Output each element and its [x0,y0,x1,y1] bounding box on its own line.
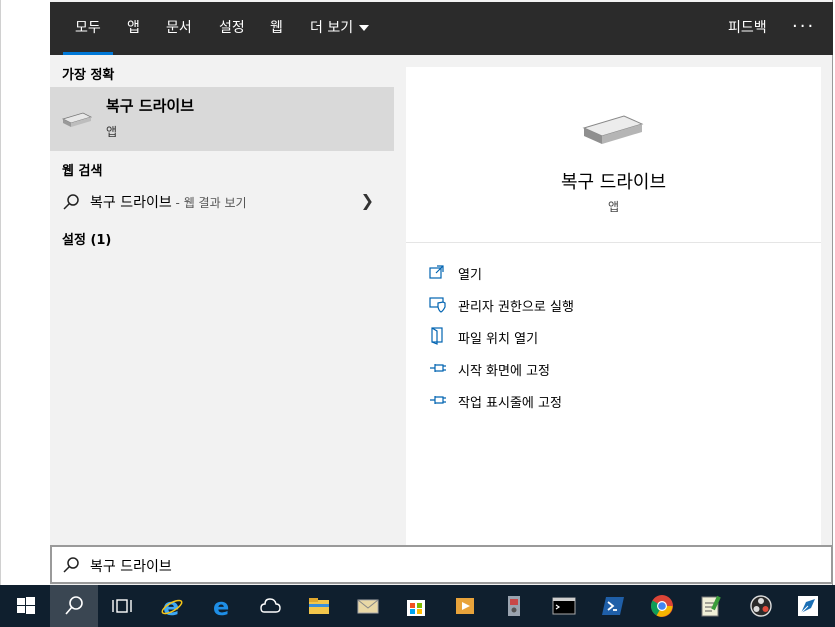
search-panel: 모두 앱 문서 설정 웹 더 보기 피드백 ··· 가장 정확 복구 드라이브 … [50,0,833,585]
taskbar-app-device[interactable] [490,585,538,627]
action-pin-to-taskbar-label: 작업 표시줄에 고정 [458,396,562,411]
search-input[interactable]: 복구 드라이브 [50,545,833,584]
search-icon [63,557,79,573]
mail-icon [357,599,379,614]
pin-icon [430,364,446,372]
results-list: 가장 정확 복구 드라이브 앱 웹 검색 복구 드라이브 - 웹 결과 보기 ❯… [50,55,394,545]
web-search-text: 복구 드라이브 - 웹 결과 보기 [90,192,247,212]
feedback-button[interactable]: 피드백 [728,2,767,55]
taskbar-app-cmd[interactable] [540,585,588,627]
recovery-drive-icon [61,112,93,127]
shield-icon [429,297,446,313]
tab-more[interactable]: 더 보기 [310,2,370,55]
taskbar-app-edge[interactable]: e [198,585,246,627]
divider [406,242,821,243]
action-run-as-admin-label: 관리자 권한으로 실행 [458,300,574,315]
device-icon [508,596,520,616]
taskbar-app-media[interactable] [441,585,489,627]
best-match-title: 복구 드라이브 [106,97,195,115]
search-filter-bar: 모두 앱 문서 설정 웹 더 보기 피드백 ··· [50,2,833,55]
cmd-icon [552,597,576,615]
pin-icon [430,396,446,404]
desktop-edge [0,0,50,585]
taskbar-app-cloud[interactable] [246,585,294,627]
taskbar-search-button[interactable] [50,585,98,627]
web-search-item[interactable]: 복구 드라이브 - 웹 결과 보기 ❯ [50,183,394,219]
web-search-header: 웹 검색 [62,164,103,179]
taskbar-app-pen[interactable] [784,585,832,627]
taskbar-app-chrome[interactable] [638,585,686,627]
recovery-drive-large-icon [582,115,644,144]
settings-header[interactable]: 설정 (1) [62,229,111,248]
powershell-icon [602,597,624,615]
tab-documents[interactable]: 문서 [166,2,192,55]
taskbar-app-powershell[interactable] [589,585,637,627]
file-explorer-icon [309,598,329,614]
file-location-icon [431,327,443,345]
search-input-value: 복구 드라이브 [90,559,172,575]
search-icon [65,596,83,615]
search-icon [63,194,79,210]
action-open-file-location-label: 파일 위치 열기 [458,332,539,347]
taskbar-app-store[interactable] [392,585,440,627]
start-icon [17,597,35,614]
tab-apps[interactable]: 앱 [127,2,140,55]
best-match-item[interactable]: 복구 드라이브 앱 [50,87,394,151]
taskbar-app-mail[interactable] [344,585,392,627]
task-view-button[interactable] [98,585,146,627]
more-options-button[interactable]: ··· [792,2,815,55]
tab-more-label: 더 보기 [310,20,354,36]
detail-title: 복구 드라이브 [560,172,667,193]
taskbar-app-ie[interactable]: e [148,585,196,627]
start-button[interactable] [2,585,50,627]
taskbar-app-obs[interactable] [737,585,785,627]
svg-text:e: e [213,594,229,618]
taskbar-app-file-explorer[interactable] [295,585,343,627]
open-icon [429,265,444,279]
web-search-query: 복구 드라이브 [90,195,172,211]
tab-all[interactable]: 모두 [63,2,113,55]
detail-type: 앱 [607,200,620,214]
edge-icon: e [213,594,229,618]
tab-settings[interactable]: 설정 [219,2,245,55]
chrome-icon [651,595,673,617]
best-match-type: 앱 [106,125,118,139]
cloud-icon [260,598,281,613]
best-match-header: 가장 정확 [62,68,115,83]
taskbar-app-notepad[interactable] [686,585,734,627]
web-search-hint: - 웹 결과 보기 [171,196,247,210]
chevron-down-icon [359,25,370,31]
task-view-icon [112,599,132,613]
media-icon [456,598,474,614]
store-icon [407,600,425,616]
action-open-label: 열기 [458,268,482,283]
taskbar: e e [0,585,835,627]
tab-web[interactable]: 웹 [270,2,283,55]
pen-icon [798,596,818,616]
obs-icon [750,595,772,617]
internet-explorer-icon: e [161,594,183,618]
chevron-right-icon[interactable]: ❯ [361,191,374,210]
detail-pane: 복구 드라이브 앱 열기 관리자 권한으로 실행 파일 위치 열기 시작 화면에… [406,67,821,545]
notepad-icon [701,595,721,617]
action-pin-to-start-label: 시작 화면에 고정 [458,364,550,379]
